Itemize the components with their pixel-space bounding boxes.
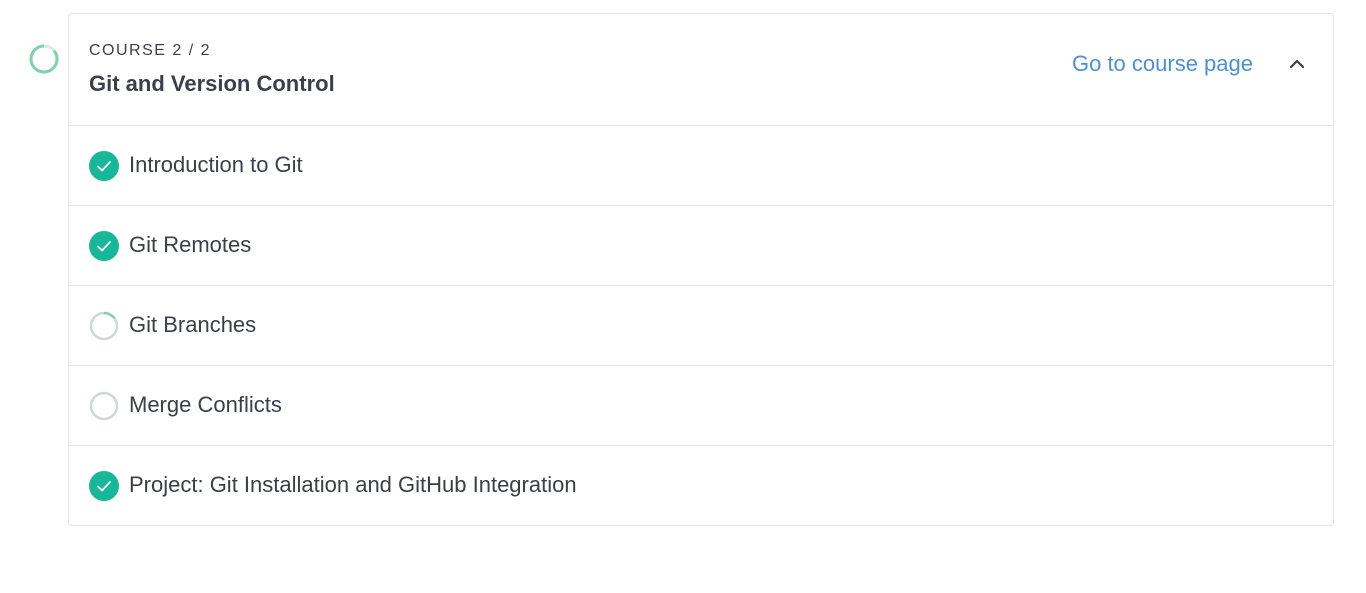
go-to-course-link[interactable]: Go to course page [1072, 51, 1253, 77]
lesson-label: Merge Conflicts [129, 392, 282, 417]
course-progress-icon [29, 44, 59, 74]
course-section: COURSE 2 / 2 Git and Version Control Go … [0, 0, 1366, 593]
check-circle-icon [89, 471, 119, 501]
lesson-item-project-git-installation[interactable]: Project: Git Installation and GitHub Int… [69, 446, 1333, 526]
lesson-item-git-branches[interactable]: Git Branches [69, 286, 1333, 366]
lesson-item-introduction-to-git[interactable]: Introduction to Git [69, 126, 1333, 206]
course-card: COURSE 2 / 2 Git and Version Control Go … [68, 13, 1334, 526]
course-title: Git and Version Control [89, 71, 335, 96]
lesson-label: Introduction to Git [129, 152, 303, 177]
empty-circle-icon [89, 391, 119, 421]
chevron-up-icon[interactable] [1287, 54, 1307, 74]
lesson-label: Git Remotes [129, 232, 252, 257]
lesson-item-git-remotes[interactable]: Git Remotes [69, 206, 1333, 286]
check-circle-icon [89, 231, 119, 261]
lesson-label: Git Branches [129, 312, 257, 337]
check-circle-icon [89, 151, 119, 181]
progress-ring-icon [89, 311, 119, 341]
course-number: COURSE 2 / 2 [89, 42, 212, 59]
course-header: COURSE 2 / 2 Git and Version Control Go … [69, 14, 1333, 126]
lesson-item-merge-conflicts[interactable]: Merge Conflicts [69, 366, 1333, 446]
lesson-label: Project: Git Installation and GitHub Int… [129, 472, 577, 497]
